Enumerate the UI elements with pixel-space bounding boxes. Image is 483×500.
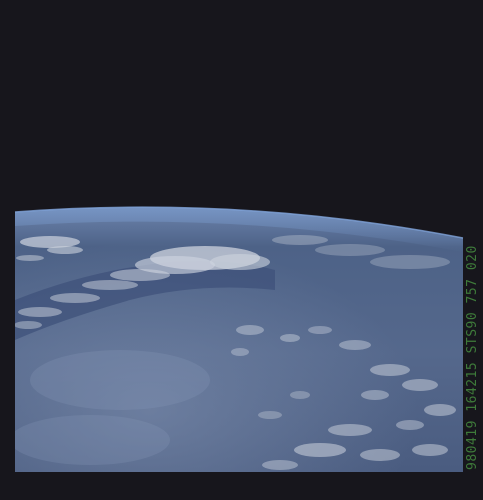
frame-id-label: 980419 164215 STS90 757 020 [465, 245, 483, 490]
earth-limb-photo: 980419 164215 STS90 757 020 [0, 0, 483, 500]
frame-id-text: 980419 164215 STS90 757 020 [465, 245, 480, 470]
earth-horizon-image [14, 206, 464, 472]
